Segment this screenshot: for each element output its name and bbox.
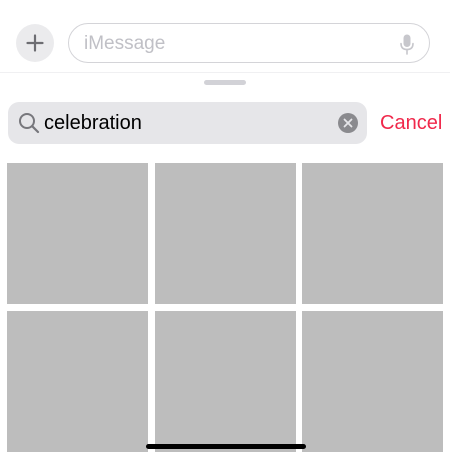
search-input[interactable] [44, 102, 334, 144]
compose-divider [0, 72, 450, 73]
compose-bar: iMessage [0, 0, 450, 72]
search-result-tile[interactable] [7, 311, 148, 452]
search-result-tile[interactable] [155, 163, 296, 304]
magnifying-glass-icon [19, 113, 40, 134]
xmark-circle-icon [343, 118, 353, 128]
message-placeholder: iMessage [84, 33, 166, 54]
search-result-tile[interactable] [302, 163, 443, 304]
search-result-tile[interactable] [7, 163, 148, 304]
sheet-grabber-handle[interactable] [204, 80, 246, 85]
message-input-field[interactable]: iMessage [68, 23, 430, 63]
home-indicator[interactable] [146, 444, 306, 449]
search-bar[interactable] [8, 102, 367, 144]
plus-icon [26, 34, 44, 52]
cancel-button[interactable]: Cancel [380, 111, 442, 135]
search-result-tile[interactable] [155, 311, 296, 452]
microphone-icon[interactable] [400, 34, 414, 55]
search-result-tile[interactable] [302, 311, 443, 452]
clear-search-button[interactable] [338, 113, 358, 133]
apps-plus-button[interactable] [16, 24, 54, 62]
sticker-search-screen: iMessage Cancel [0, 0, 450, 459]
